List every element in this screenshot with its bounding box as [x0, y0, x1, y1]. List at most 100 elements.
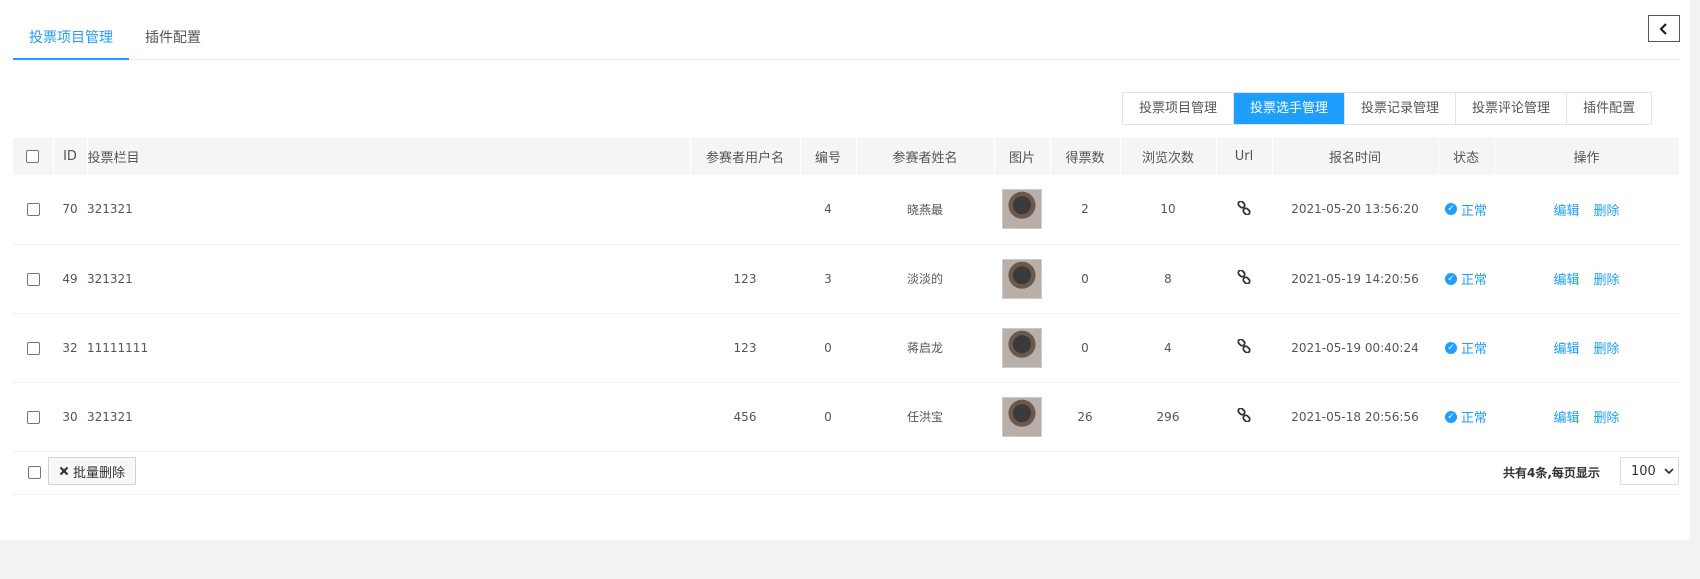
cell-column: 321321 [87, 175, 690, 245]
cell-name: 淡淡的 [856, 244, 994, 314]
check-circle-icon: ✓ [1444, 203, 1457, 216]
row-checkbox[interactable] [26, 203, 40, 217]
cell-views: 8 [1120, 244, 1216, 314]
cell-number: 4 [800, 175, 856, 245]
status-text: 正常 [1460, 411, 1487, 426]
page-size-select[interactable]: 100 [1620, 457, 1679, 485]
row-checkbox[interactable] [26, 272, 40, 286]
contestant-photo[interactable] [1002, 327, 1042, 368]
cell-column: 11111111 [87, 313, 690, 383]
subtab-vote-contestant[interactable]: 投票选手管理 [1233, 93, 1345, 124]
header-id: ID [53, 138, 88, 175]
status-badge: ✓ 正常 [1444, 269, 1487, 288]
link-icon[interactable] [1237, 269, 1251, 285]
delete-link[interactable]: 删除 [1594, 273, 1620, 288]
table-row: 70 321321 4 晓燕最 2 10 2021-05-20 13:56:20… [13, 175, 1679, 245]
subtab-vote-comment[interactable]: 投票评论管理 [1455, 93, 1567, 124]
page-size-value: 100 [1631, 463, 1656, 479]
cell-number: 0 [800, 382, 856, 452]
tab-plugin-config[interactable]: 插件配置 [129, 20, 217, 60]
cell-name: 任洪宝 [856, 382, 994, 452]
header-name: 参赛者姓名 [856, 138, 995, 175]
subtab-vote-project[interactable]: 投票项目管理 [1123, 93, 1234, 124]
batch-delete-button[interactable]: 批量删除 [48, 457, 137, 485]
table-row: 49 321321 123 3 淡淡的 0 8 2021-05-19 14:20… [13, 244, 1679, 314]
delete-link[interactable]: 删除 [1594, 204, 1620, 219]
tab-vote-project-management[interactable]: 投票项目管理 [13, 20, 129, 60]
header-image: 图片 [994, 138, 1051, 175]
check-circle-icon: ✓ [1444, 341, 1457, 354]
sub-tab-bar: 投票项目管理 投票选手管理 投票记录管理 投票评论管理 插件配置 [1122, 92, 1653, 125]
table-header-row: ID 投票栏目 参赛者用户名 编号 参赛者姓名 图片 得票数 浏览次数 Url … [13, 138, 1680, 175]
cell-id: 70 [53, 175, 87, 245]
contestant-photo[interactable] [1002, 396, 1042, 437]
table-row: 30 321321 456 0 任洪宝 26 296 2021-05-18 20… [13, 382, 1679, 452]
cell-views: 10 [1120, 175, 1216, 245]
header-time: 报名时间 [1272, 138, 1439, 175]
cell-views: 4 [1120, 313, 1216, 383]
cell-name: 晓燕最 [856, 175, 994, 245]
batch-delete-label: 批量删除 [73, 465, 126, 481]
cell-number: 0 [800, 313, 856, 383]
cell-votes: 0 [1050, 313, 1120, 383]
table-row: 32 11111111 123 0 蒋启龙 0 4 2021-05-19 00:… [13, 313, 1679, 383]
select-all-checkbox[interactable] [26, 150, 40, 163]
check-circle-icon: ✓ [1444, 272, 1457, 285]
check-circle-icon: ✓ [1444, 410, 1457, 423]
cell-votes: 2 [1050, 175, 1120, 245]
edit-link[interactable]: 编辑 [1553, 204, 1579, 219]
cell-username: 123 [690, 313, 800, 383]
footer-select-all-checkbox[interactable] [28, 466, 41, 479]
link-icon[interactable] [1237, 338, 1251, 354]
edit-link[interactable]: 编辑 [1553, 411, 1579, 426]
cell-name: 蒋启龙 [856, 313, 994, 383]
status-text: 正常 [1460, 273, 1487, 288]
link-icon[interactable] [1237, 200, 1251, 216]
cell-votes: 0 [1050, 244, 1120, 314]
cell-votes: 26 [1050, 382, 1120, 452]
cell-number: 3 [800, 244, 856, 314]
main-panel: 投票项目管理 插件配置 投票项目管理 投票选手管理 投票记录管理 投票评论管理 … [0, 0, 1690, 540]
collapse-button[interactable] [1648, 15, 1680, 42]
delete-link[interactable]: 删除 [1594, 411, 1620, 426]
cell-time: 2021-05-19 00:40:24 [1272, 313, 1438, 383]
header-views: 浏览次数 [1120, 138, 1217, 175]
contestant-photo[interactable] [1002, 258, 1042, 299]
cell-views: 296 [1120, 382, 1216, 452]
header-select-all[interactable] [13, 138, 54, 175]
contestant-photo[interactable] [1002, 189, 1042, 230]
cell-column: 321321 [87, 382, 690, 452]
total-count-text: 共有4条,每页显示 [1503, 466, 1600, 480]
row-checkbox[interactable] [26, 341, 40, 355]
link-icon[interactable] [1237, 407, 1251, 423]
header-votes: 得票数 [1050, 138, 1121, 175]
cell-id: 49 [53, 244, 87, 314]
close-icon [59, 466, 69, 476]
subtab-vote-record[interactable]: 投票记录管理 [1344, 93, 1456, 124]
cell-id: 32 [53, 313, 87, 383]
cell-username [690, 175, 800, 245]
top-tab-bar: 投票项目管理 插件配置 [13, 20, 1679, 60]
delete-link[interactable]: 删除 [1594, 342, 1620, 357]
chevron-down-icon [1664, 467, 1674, 474]
header-status: 状态 [1438, 138, 1495, 175]
cell-column: 321321 [87, 244, 690, 314]
header-ops: 操作 [1494, 138, 1680, 175]
header-username: 参赛者用户名 [690, 138, 801, 175]
subtab-plugin-config[interactable]: 插件配置 [1566, 93, 1652, 124]
edit-link[interactable]: 编辑 [1553, 273, 1579, 288]
status-badge: ✓ 正常 [1444, 200, 1487, 219]
cell-username: 456 [690, 382, 800, 452]
cell-time: 2021-05-19 14:20:56 [1272, 244, 1438, 314]
status-text: 正常 [1460, 342, 1487, 357]
row-checkbox[interactable] [26, 410, 40, 424]
cell-username: 123 [690, 244, 800, 314]
page-scrollbar[interactable] [1690, 0, 1700, 579]
cell-time: 2021-05-18 20:56:56 [1272, 382, 1438, 452]
status-text: 正常 [1460, 203, 1487, 219]
header-column: 投票栏目 [87, 138, 691, 175]
cell-time: 2021-05-20 13:56:20 [1272, 175, 1438, 245]
edit-link[interactable]: 编辑 [1553, 342, 1579, 357]
chevron-left-icon [1659, 22, 1667, 35]
status-badge: ✓ 正常 [1444, 338, 1487, 357]
